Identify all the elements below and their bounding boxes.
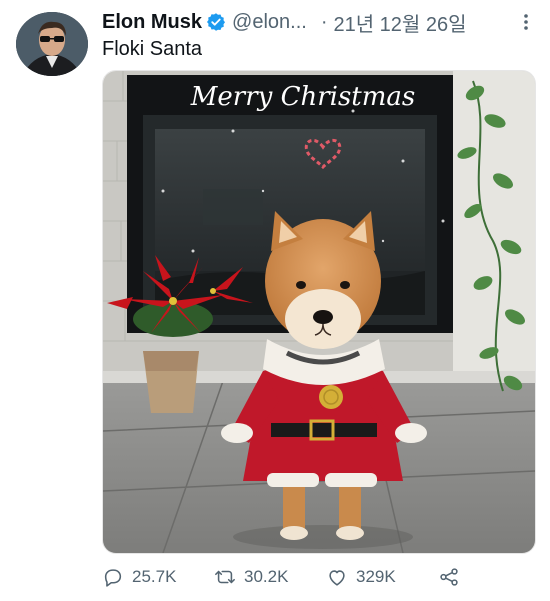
reply-button[interactable]: 25.7K (102, 566, 176, 588)
dog-santa-photo: Merry Christmas (103, 71, 535, 553)
retweet-button[interactable]: 30.2K (214, 566, 288, 588)
reply-bubble-icon (104, 569, 122, 587)
separator-dot: · (320, 10, 328, 33)
author-handle[interactable]: @elon... (232, 11, 307, 34)
reply-count: 25.7K (132, 567, 177, 586)
author-avatar[interactable] (16, 12, 88, 76)
heart-icon (329, 570, 345, 586)
tweet-timestamp[interactable]: 21년 12월 26일 (333, 8, 466, 37)
like-count: 329K (356, 567, 396, 586)
retweet-icon (215, 570, 235, 584)
retweet-count: 30.2K (244, 567, 289, 586)
tweet-text: Floki Santa (102, 38, 203, 60)
author-name[interactable]: Elon Musk (102, 11, 202, 34)
like-button[interactable]: 329K (326, 566, 396, 588)
avatar-image (16, 12, 88, 76)
verified-badge-icon (206, 12, 226, 32)
tweet-header: Elon Musk @elon... · 21년 12월 26일 (102, 8, 538, 37)
tweet-actions: 25.7K 30.2K 329K (102, 563, 522, 591)
tweet-photo[interactable]: Merry Christmas (102, 70, 536, 554)
share-button[interactable] (438, 566, 468, 588)
share-icon (440, 568, 458, 586)
more-dots-icon[interactable] (514, 10, 538, 34)
merry-christmas-text: Merry Christmas (190, 82, 416, 112)
